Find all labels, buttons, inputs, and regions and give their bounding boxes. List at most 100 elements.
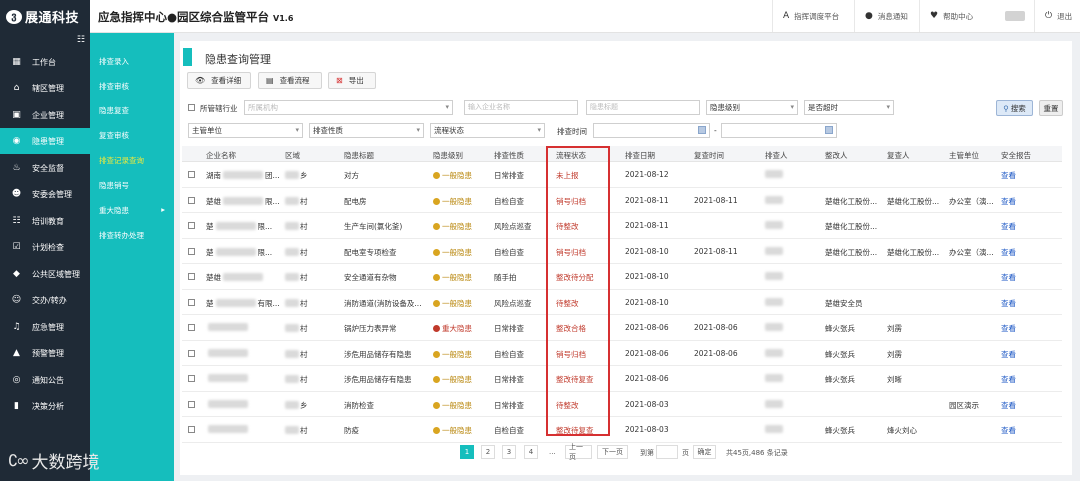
sidebar-item-notice[interactable]: ◎ 通知公告 bbox=[0, 367, 90, 393]
submenu-review[interactable]: 排查审核 bbox=[99, 81, 169, 92]
search-button[interactable]: ⚲ 搜索 bbox=[996, 100, 1033, 116]
overdue-select[interactable]: 是否超时 bbox=[804, 100, 894, 115]
nav-logout[interactable]: ⏻ 退出 bbox=[1034, 0, 1080, 32]
menu-toggle-icon[interactable]: ☷ bbox=[77, 35, 85, 45]
sidebar-item-safety-committee[interactable]: ☻ 安委会管理 bbox=[0, 181, 90, 207]
table-row[interactable]: 村 涉危用品储存有隐患 一般隐患 日常排查 整改待复查 2021-08-06 蜂火张兵 刘晰 查… bbox=[182, 366, 1062, 392]
status-select[interactable]: 流程状态 bbox=[430, 123, 545, 138]
sidebar-item-supervision[interactable]: ♨ 安全监督 bbox=[0, 155, 90, 181]
table-row[interactable]: 村 涉危用品储存有隐患 一般隐患 自检自查 销号归档 2021-08-06 2021-08-… bbox=[182, 341, 1062, 366]
nav-messages[interactable]: ● 消息通知 bbox=[854, 0, 919, 32]
nav-command-platform[interactable]: A 指挥调度平台 bbox=[772, 0, 854, 32]
table-row[interactable]: 村 防疫 一般隐患 自检自查 整改待复查 2021-08-03 蜂火张兵 烽火刘心 查看 bbox=[182, 417, 1062, 443]
col-dept[interactable]: 主管单位 bbox=[949, 150, 979, 161]
cell-report[interactable]: 查看 bbox=[1001, 221, 1016, 232]
col-review-time[interactable]: 复查时间 bbox=[694, 150, 724, 161]
col-inspector[interactable]: 排查人 bbox=[765, 150, 788, 161]
row-checkbox[interactable] bbox=[188, 426, 195, 433]
sidebar-item-warning[interactable]: ▲ 预警管理 bbox=[0, 340, 90, 366]
row-checkbox[interactable] bbox=[188, 222, 195, 229]
cell-report[interactable]: 查看 bbox=[1001, 349, 1016, 360]
sidebar-item-public-area[interactable]: ◆ 公共区域管理 bbox=[0, 261, 90, 287]
export-button[interactable]: ⊠ 导出 bbox=[328, 72, 376, 89]
cell-report[interactable]: 查看 bbox=[1001, 323, 1016, 334]
cell-report[interactable]: 查看 bbox=[1001, 247, 1016, 258]
row-checkbox[interactable] bbox=[188, 171, 195, 178]
row-checkbox[interactable] bbox=[188, 400, 195, 408]
nav-help[interactable]: ♥ 帮助中心 bbox=[919, 0, 985, 32]
submenu-recheck[interactable]: 隐患复查 bbox=[99, 105, 169, 116]
submenu-major-hazard[interactable]: 重大隐患 ▸ bbox=[99, 205, 169, 216]
table-row[interactable]: 楚限... 村 生产车间(氯化釜) 一般隐患 风险点巡查 待整改 2021-08-11 楚雄化… bbox=[182, 213, 1062, 239]
row-checkbox[interactable] bbox=[188, 247, 195, 255]
row-checkbox[interactable] bbox=[188, 196, 195, 204]
table-row[interactable]: 湖南 团... 乡 对方 一般隐患 日常排查 未上报 2021-08-12 查看 bbox=[182, 162, 1062, 188]
page-3[interactable]: 3 bbox=[502, 445, 516, 459]
table-row[interactable]: 楚有限... 村 消防通道(消防设备及... 一般隐患 风险点巡查 待整改 2021-08-… bbox=[182, 290, 1062, 315]
table-row[interactable]: 村 锅炉压力表异常 重大隐患 日常排查 整改合格 2021-08-06 2021-08-06… bbox=[182, 315, 1062, 341]
row-checkbox[interactable] bbox=[188, 298, 195, 306]
col-reviewer[interactable]: 复查人 bbox=[887, 150, 910, 161]
col-report[interactable]: 安全报告 bbox=[1001, 150, 1031, 161]
cell-report[interactable]: 查看 bbox=[1001, 374, 1016, 385]
col-rectifier[interactable]: 整改人 bbox=[825, 150, 848, 161]
submenu-cancel[interactable]: 隐患销号 bbox=[99, 180, 169, 191]
jurisdiction-checkbox[interactable] bbox=[188, 104, 195, 111]
col-area[interactable]: 区域 bbox=[285, 150, 300, 161]
calendar-icon[interactable] bbox=[825, 126, 833, 134]
end-date-input[interactable] bbox=[721, 123, 837, 138]
reset-button[interactable]: 重置 bbox=[1039, 100, 1063, 116]
table-row[interactable]: 楚雄 村 安全通道有杂物 一般隐患 随手拍 整改待分配 2021-08-10 查看 bbox=[182, 264, 1062, 290]
goto-confirm-button[interactable]: 确定 bbox=[693, 445, 716, 459]
page-1[interactable]: 1 bbox=[460, 445, 474, 459]
cell-report[interactable]: 查看 bbox=[1001, 272, 1016, 283]
row-checkbox[interactable] bbox=[188, 349, 195, 357]
col-level[interactable]: 隐患级别 bbox=[433, 150, 463, 161]
sidebar-item-analysis[interactable]: ▮ 决策分析 bbox=[0, 393, 90, 419]
sidebar-item-assign[interactable]: ☺ 交办/转办 bbox=[0, 287, 90, 313]
dept-select[interactable]: 主管单位 bbox=[188, 123, 303, 138]
col-date[interactable]: 排查日期 bbox=[625, 150, 655, 161]
sidebar-item-emergency[interactable]: ♫ 应急管理 bbox=[0, 314, 90, 340]
sidebar-item-hazard[interactable]: ◉ 隐患管理 bbox=[0, 128, 90, 154]
table-row[interactable]: 楚限... 村 配电室专项检查 一般隐患 自检自查 销号归档 2021-08-10 2021-… bbox=[182, 239, 1062, 264]
company-input[interactable]: 输入企业名称 bbox=[464, 100, 578, 115]
start-date-input[interactable] bbox=[593, 123, 710, 138]
view-detail-button[interactable]: 👁 查看详细 bbox=[187, 72, 251, 89]
goto-page-input[interactable] bbox=[656, 445, 678, 459]
row-checkbox[interactable] bbox=[188, 273, 195, 280]
prev-page-button[interactable]: 上一页 bbox=[565, 443, 592, 461]
table-row[interactable]: 楚雄 限... 村 配电房 一般隐患 自检自查 销号归档 2021-08-11 2021-08-… bbox=[182, 188, 1062, 213]
cell-report[interactable]: 查看 bbox=[1001, 170, 1016, 181]
row-checkbox[interactable] bbox=[188, 375, 195, 382]
table-row[interactable]: 乡 消防检查 一般隐患 日常排查 待整改 2021-08-03 园区演示 查看 bbox=[182, 392, 1062, 417]
col-company[interactable]: 企业名称 bbox=[206, 150, 236, 161]
sidebar-item-workbench[interactable]: ▦ 工作台 bbox=[0, 49, 90, 75]
view-process-button[interactable]: ▤ 查看流程 bbox=[258, 72, 322, 89]
cell-report[interactable]: 查看 bbox=[1001, 425, 1016, 436]
level-select[interactable]: 隐患级别 bbox=[706, 100, 798, 115]
page-4[interactable]: 4 bbox=[524, 445, 538, 459]
submenu-record-query[interactable]: 排查记录查询 bbox=[99, 155, 169, 166]
cell-report[interactable]: 查看 bbox=[1001, 400, 1016, 411]
sidebar-item-training[interactable]: ☷ 培训教育 bbox=[0, 208, 90, 234]
sidebar-item-enterprise[interactable]: ▣ 企业管理 bbox=[0, 102, 90, 128]
title-input[interactable]: 隐患标题 bbox=[586, 100, 700, 115]
cell-report[interactable]: 查看 bbox=[1001, 298, 1016, 309]
submenu-entry[interactable]: 排查录入 bbox=[99, 56, 169, 67]
org-select[interactable]: 所属机构 bbox=[244, 100, 453, 115]
next-page-button[interactable]: 下一页 bbox=[597, 445, 628, 459]
nature-select[interactable]: 排查性质 bbox=[309, 123, 424, 138]
calendar-icon[interactable] bbox=[698, 126, 706, 134]
col-nature[interactable]: 排查性质 bbox=[494, 150, 524, 161]
user-avatar[interactable] bbox=[1005, 11, 1025, 21]
sidebar-item-district[interactable]: ⌂ 辖区管理 bbox=[0, 75, 90, 101]
page-2[interactable]: 2 bbox=[481, 445, 495, 459]
cell-report[interactable]: 查看 bbox=[1001, 196, 1016, 207]
sidebar-item-plan-check[interactable]: ☑ 计划检查 bbox=[0, 234, 90, 260]
col-title[interactable]: 隐患标题 bbox=[344, 150, 374, 161]
submenu-transfer[interactable]: 排查转办处理 bbox=[99, 230, 169, 241]
row-checkbox[interactable] bbox=[188, 324, 195, 331]
submenu-recheck-audit[interactable]: 复查审核 bbox=[99, 130, 169, 141]
col-status[interactable]: 流程状态 bbox=[556, 150, 586, 161]
